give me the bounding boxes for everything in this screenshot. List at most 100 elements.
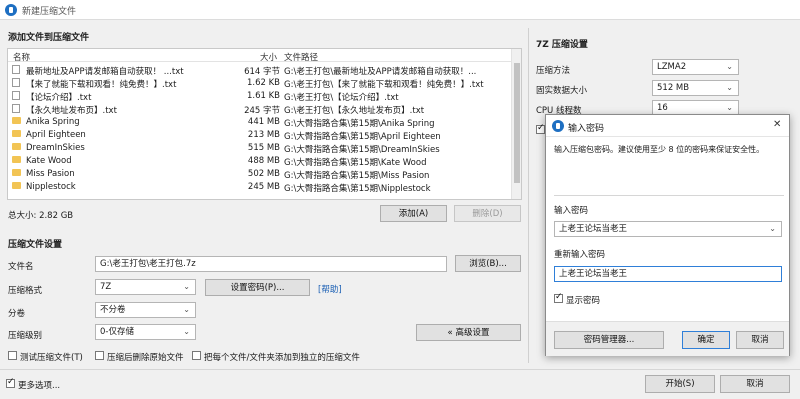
- panel-divider: [528, 28, 529, 363]
- solid-size-label: 固实数据大小: [536, 86, 588, 96]
- file-list-row[interactable]: 【永久地址发布页】.txt 245 字节 G:\老王打包\【永久地址发布页】.txt: [8, 103, 511, 116]
- solid-size-select[interactable]: 512 MB ⌄: [652, 80, 739, 96]
- folder-icon: [12, 130, 21, 137]
- column-size[interactable]: 大小: [260, 51, 277, 63]
- dialog-divider: [554, 195, 784, 196]
- file-path: G:\大臀指路合集\第15期\Kate Wood: [284, 158, 427, 168]
- password-manager-button[interactable]: 密码管理器...: [554, 331, 664, 349]
- method-value: LZMA2: [657, 62, 687, 72]
- format-select[interactable]: 7Z ⌄: [95, 279, 196, 295]
- close-icon[interactable]: ✕: [773, 119, 781, 130]
- file-list-row[interactable]: 【论坛介绍】.txt 1.61 KB G:\老王打包\【论坛介绍】.txt: [8, 90, 511, 103]
- dialog-footer: 密码管理器... 确定 取消: [546, 321, 789, 356]
- file-name: Miss Pasion: [26, 169, 75, 179]
- total-size: 总大小: 2.82 GB: [8, 211, 74, 221]
- file-path: G:\老王打包\【论坛介绍】.txt: [284, 93, 399, 103]
- file-list-row[interactable]: Anika Spring 441 MB G:\大臀指路合集\第15期\Anika S…: [8, 116, 511, 129]
- file-size: 614 字节: [244, 67, 280, 77]
- file-path: G:\大臀指路合集\第15期\DreamInSkies: [284, 145, 440, 155]
- ok-button[interactable]: 确定: [682, 331, 730, 349]
- more-options-checkbox[interactable]: [6, 377, 15, 388]
- file-list-row[interactable]: 【来了就能下载和观看！纯免费！】.txt 1.62 KB G:\老王打包\【来了就能…: [8, 77, 511, 90]
- folder-icon: [12, 117, 21, 124]
- chevron-down-icon: ⌄: [726, 62, 733, 71]
- file-list-row[interactable]: April Eighteen 213 MB G:\大臀指路合集\第15期\April…: [8, 129, 511, 142]
- confirm-password-input[interactable]: 上老王论坛当老王: [554, 266, 782, 282]
- chevron-down-icon: ⌄: [183, 282, 190, 291]
- chevron-down-icon: ⌄: [769, 224, 776, 233]
- scroll-thumb[interactable]: [514, 63, 520, 183]
- start-button[interactable]: 开始(S): [645, 375, 715, 393]
- file-list-row[interactable]: Miss Pasion 502 MB G:\大臀指路合集\第15期\Miss Pas…: [8, 168, 511, 181]
- column-name[interactable]: 名称: [13, 51, 30, 63]
- file-name: 最新地址及APP请发邮箱自动获取！ ...txt: [26, 67, 184, 77]
- delete-source-checkbox[interactable]: [95, 351, 104, 360]
- file-list-row[interactable]: Nipplestock 245 MB G:\大臀指路合集\第15期\Nipplest…: [8, 181, 511, 194]
- filename-input[interactable]: G:\老王打包\老王打包.7z: [95, 256, 447, 272]
- solid-size-value: 512 MB: [657, 83, 690, 93]
- file-name: Nipplestock: [26, 182, 76, 192]
- browse-button[interactable]: 浏览(B)...: [455, 255, 521, 272]
- delete-source-label[interactable]: 压缩后删除原始文件: [107, 351, 184, 363]
- app-logo-icon: [5, 4, 17, 16]
- file-list[interactable]: 名称 大小 文件路径 最新地址及APP请发邮箱自动获取！ ...txt 614 字…: [7, 48, 522, 200]
- method-select[interactable]: LZMA2 ⌄: [652, 59, 739, 75]
- dialog-logo-icon: [552, 120, 564, 132]
- add-button[interactable]: 添加(A): [380, 205, 447, 222]
- file-list-row[interactable]: 最新地址及APP请发邮箱自动获取！ ...txt 614 字节 G:\老王打包\最新…: [8, 64, 511, 77]
- main-cancel-button[interactable]: 取消: [720, 375, 790, 393]
- file-list-scrollbar[interactable]: [511, 49, 521, 199]
- password-input[interactable]: 上老王论坛当老王 ⌄: [554, 221, 782, 237]
- show-password-checkbox[interactable]: [554, 292, 563, 303]
- file-size: 441 MB: [247, 117, 280, 127]
- file-list-row[interactable]: Kate Wood 488 MB G:\大臀指路合集\第15期\Kate Wood: [8, 155, 511, 168]
- file-path: G:\老王打包\【来了就能下载和观看！纯免费！】.txt: [284, 80, 484, 90]
- window-title: 新建压缩文件: [22, 7, 77, 17]
- folder-icon: [12, 156, 21, 163]
- split-select[interactable]: 不分卷 ⌄: [95, 302, 196, 318]
- delete-button[interactable]: 删除(D): [454, 205, 521, 222]
- sevenz-option-checkbox[interactable]: [536, 123, 545, 134]
- title-bar: 新建压缩文件: [0, 0, 800, 20]
- dialog-cancel-button[interactable]: 取消: [736, 331, 784, 349]
- add-files-heading: 添加文件到压缩文件: [8, 33, 90, 43]
- folder-icon: [12, 169, 21, 176]
- test-archive-checkbox[interactable]: [8, 351, 17, 360]
- advanced-settings-button[interactable]: « 高级设置: [416, 324, 521, 341]
- file-size: 213 MB: [247, 130, 280, 140]
- column-path[interactable]: 文件路径: [284, 51, 318, 63]
- file-size: 515 MB: [247, 143, 280, 153]
- file-size: 1.61 KB: [246, 91, 280, 101]
- more-options-label[interactable]: 更多选项...: [18, 379, 60, 391]
- separate-archives-label[interactable]: 把每个文件/文件夹添加到独立的压缩文件: [204, 351, 360, 363]
- file-name: 【永久地址发布页】.txt: [26, 106, 117, 116]
- file-name: 【论坛介绍】.txt: [26, 93, 92, 103]
- chevron-down-icon: ⌄: [183, 305, 190, 314]
- test-archive-label[interactable]: 测试压缩文件(T): [20, 351, 83, 363]
- folder-icon: [12, 143, 21, 150]
- file-icon: [12, 65, 20, 74]
- format-value: 7Z: [100, 282, 112, 292]
- format-label: 压缩格式: [8, 286, 43, 296]
- show-password-label[interactable]: 显示密码: [566, 294, 600, 306]
- help-link[interactable]: [帮助]: [318, 283, 342, 295]
- sevenz-settings-heading: 7Z 压缩设置: [536, 40, 588, 50]
- file-icon: [12, 91, 20, 100]
- level-select[interactable]: 0-仅存储 ⌄: [95, 324, 196, 340]
- file-path: G:\大臀指路合集\第15期\April Eighteen: [284, 132, 441, 142]
- method-label: 压缩方法: [536, 66, 571, 76]
- password-value: 上老王论坛当老王: [559, 224, 628, 234]
- separate-archives-checkbox[interactable]: [192, 351, 201, 360]
- chevron-down-icon: ⌄: [183, 327, 190, 336]
- file-name: DreamInSkies: [26, 143, 85, 153]
- threads-value: 16: [657, 103, 668, 113]
- confirm-password-label: 重新输入密码: [554, 250, 606, 260]
- archive-settings-heading: 压缩文件设置: [8, 240, 63, 250]
- file-icon: [12, 78, 20, 87]
- chevron-down-icon: ⌄: [726, 103, 733, 112]
- split-value: 不分卷: [100, 305, 126, 315]
- password-dialog: 输入密码 ✕ 输入压缩包密码。建议使用至少 8 位的密码来保证安全性。 输入密码…: [545, 114, 790, 356]
- file-list-row[interactable]: DreamInSkies 515 MB G:\大臀指路合集\第15期\DreamIn…: [8, 142, 511, 155]
- dialog-title-bar: 输入密码 ✕: [546, 115, 789, 137]
- set-password-button[interactable]: 设置密码(P)...: [205, 279, 310, 296]
